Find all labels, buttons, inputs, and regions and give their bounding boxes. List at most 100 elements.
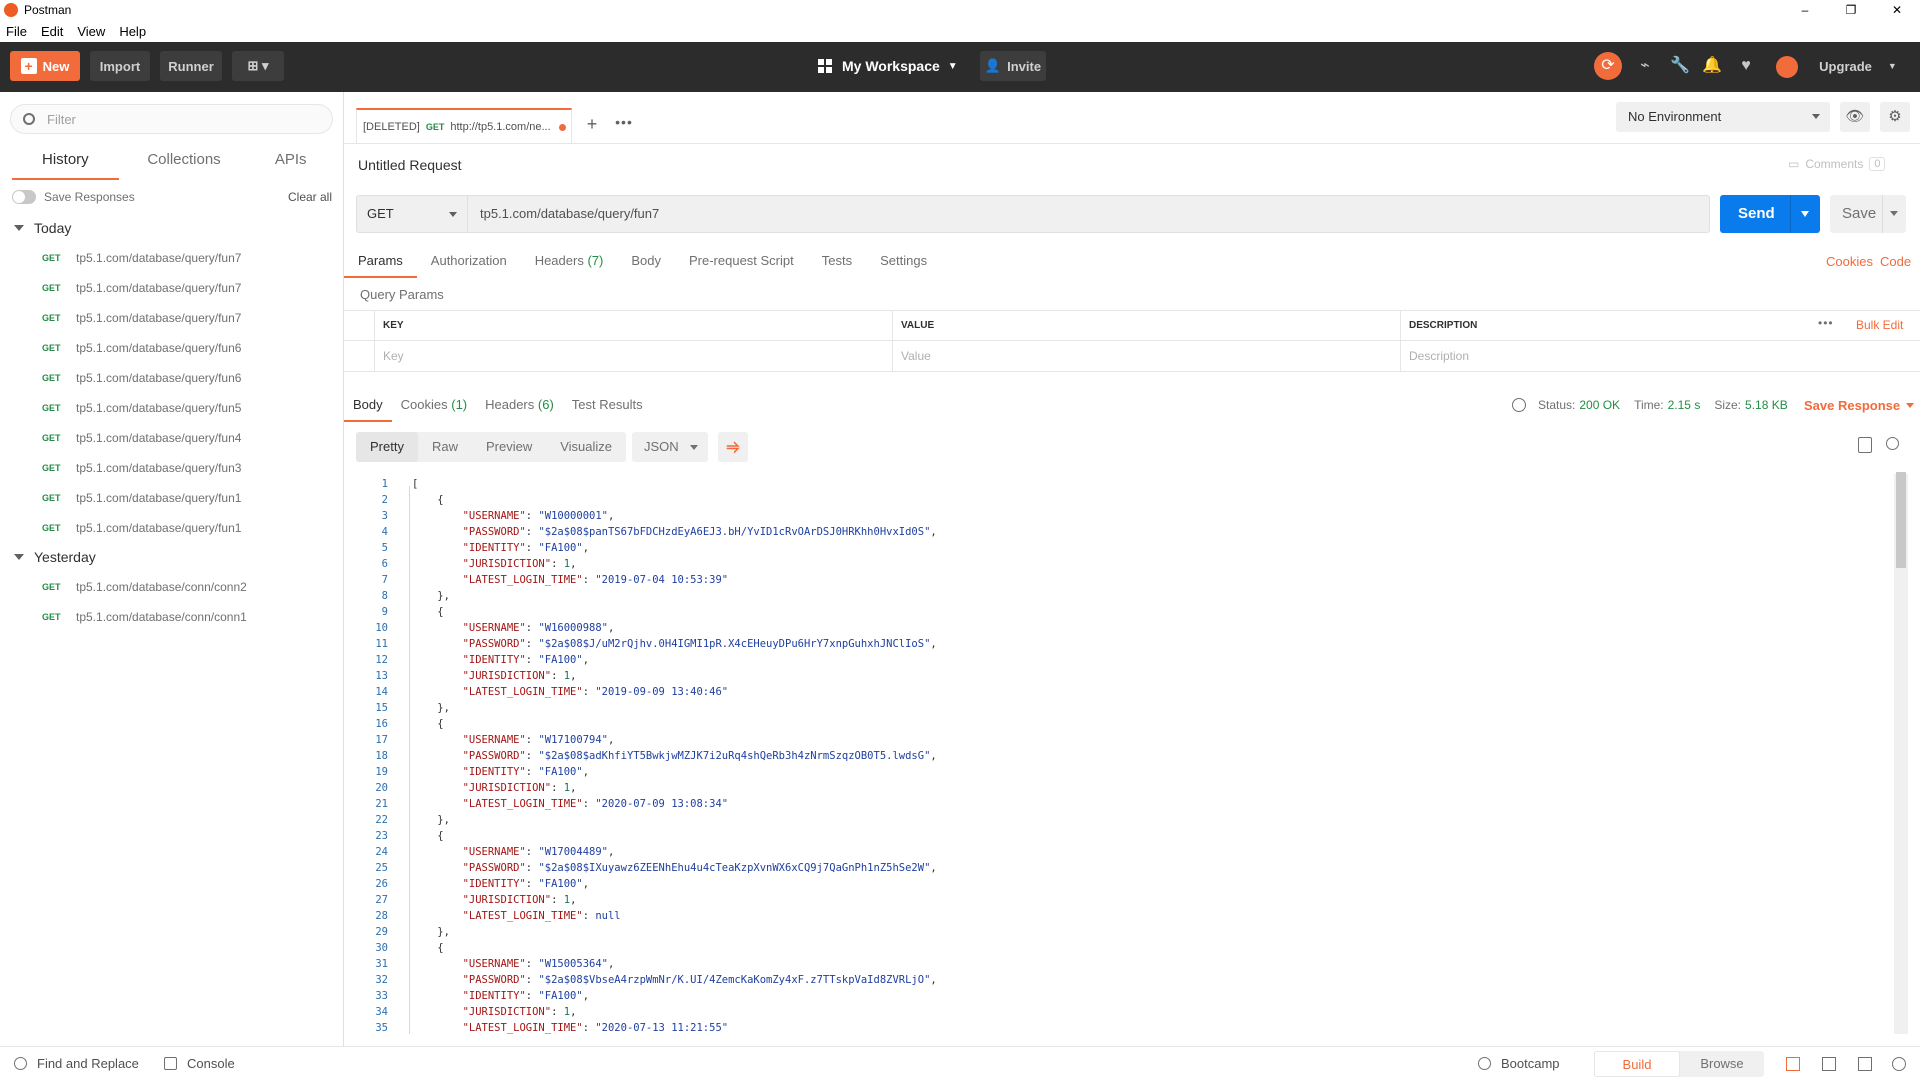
workspace-selector[interactable]: My Workspace ▼: [818, 51, 958, 81]
save-responses-toggle[interactable]: [12, 190, 36, 204]
tab-tests[interactable]: Tests: [808, 248, 866, 278]
send-button[interactable]: Send: [1720, 195, 1820, 233]
gear-icon[interactable]: ⚙: [1880, 102, 1910, 132]
tab-pre-request-script[interactable]: Pre-request Script: [675, 248, 808, 278]
more-options-icon[interactable]: •••: [1818, 316, 1834, 330]
comments-button[interactable]: ▭ Comments 0: [1788, 157, 1886, 171]
view-preview[interactable]: Preview: [472, 432, 546, 462]
description-input[interactable]: Description: [1400, 341, 1920, 371]
tab-history[interactable]: History: [12, 144, 119, 180]
view-visualize[interactable]: Visualize: [546, 432, 626, 462]
calendar-icon[interactable]: [1858, 1057, 1872, 1071]
tab-authorization[interactable]: Authorization: [417, 248, 521, 278]
line-number: 29: [375, 926, 388, 938]
new-tab-button[interactable]: +: [578, 114, 606, 138]
history-item[interactable]: GET tp5.1.com/database/conn/conn2: [0, 572, 343, 602]
restore-button[interactable]: ❐: [1828, 0, 1874, 20]
history-group-header[interactable]: Today: [14, 220, 71, 236]
tab-collections[interactable]: Collections: [131, 144, 238, 180]
runner-button[interactable]: Runner: [160, 51, 222, 81]
history-item[interactable]: GET tp5.1.com/database/conn/conn1: [0, 602, 343, 632]
request-title[interactable]: Untitled Request: [358, 157, 462, 173]
bootcamp-button[interactable]: Bootcamp: [1478, 1056, 1560, 1071]
wrench-icon[interactable]: 🔧: [1669, 55, 1691, 77]
tab-test-results[interactable]: Test Results: [563, 392, 652, 422]
cookies-link[interactable]: Cookies: [1826, 254, 1873, 269]
tab-body[interactable]: Body: [617, 248, 675, 278]
satellite-icon[interactable]: ⌁: [1634, 55, 1656, 77]
grid-view-icon[interactable]: [1822, 1057, 1836, 1071]
avatar[interactable]: [1776, 56, 1798, 78]
search-icon: [23, 113, 35, 125]
chevron-down-icon: [14, 554, 24, 560]
clear-all-button[interactable]: Clear all: [288, 190, 332, 204]
response-body-editor[interactable]: 1[2 {3 "USERNAME": "W10000001", 4 "PASSWO…: [344, 474, 1894, 1034]
globe-icon[interactable]: [1512, 398, 1526, 412]
history-group-header[interactable]: Yesterday: [14, 549, 96, 565]
two-pane-view-icon[interactable]: [1786, 1057, 1800, 1071]
import-button[interactable]: Import: [90, 51, 150, 81]
tab-settings[interactable]: Settings: [866, 248, 941, 278]
browse-button[interactable]: Browse: [1680, 1051, 1764, 1077]
format-select[interactable]: JSON: [632, 432, 708, 462]
more-tabs-button[interactable]: •••: [610, 114, 638, 138]
code-line: 4 "PASSWORD": "$2a$08$panTS67bFDCHzdEyA6…: [344, 524, 937, 540]
save-options-chevron-icon[interactable]: [1890, 211, 1898, 216]
send-options-chevron-icon[interactable]: [1801, 211, 1809, 217]
history-item[interactable]: GET tp5.1.com/database/query/fun7: [0, 243, 343, 273]
tab-headers[interactable]: Headers (7): [521, 248, 618, 278]
view-pretty[interactable]: Pretty: [356, 432, 418, 462]
menu-file[interactable]: File: [6, 24, 27, 39]
tab-apis[interactable]: APIs: [237, 144, 344, 180]
console-button[interactable]: Console: [164, 1056, 235, 1071]
value-input[interactable]: Value: [892, 341, 1400, 371]
url-input[interactable]: tp5.1.com/database/query/fun7: [468, 195, 1710, 233]
save-button[interactable]: Save: [1830, 195, 1906, 233]
eye-icon[interactable]: 👁: [1840, 102, 1870, 132]
tab-response-headers[interactable]: Headers (6): [476, 392, 563, 422]
menu-help[interactable]: Help: [119, 24, 146, 39]
filter-input[interactable]: Filter: [10, 104, 333, 134]
environment-select[interactable]: No Environment: [1616, 102, 1830, 132]
history-item[interactable]: GET tp5.1.com/database/query/fun6: [0, 333, 343, 363]
bell-icon[interactable]: 🔔: [1701, 55, 1723, 77]
scrollbar-thumb[interactable]: [1896, 472, 1906, 568]
build-button[interactable]: Build: [1594, 1051, 1680, 1077]
search-icon[interactable]: [1886, 437, 1899, 450]
close-button[interactable]: ✕: [1874, 0, 1920, 20]
history-item[interactable]: GET tp5.1.com/database/query/fun5: [0, 393, 343, 423]
tab-params[interactable]: Params: [344, 248, 417, 278]
history-item[interactable]: GET tp5.1.com/database/query/fun4: [0, 423, 343, 453]
bulk-edit-link[interactable]: Bulk Edit: [1856, 318, 1903, 332]
size-value[interactable]: 5.18 KB: [1745, 398, 1788, 412]
tab-response-body[interactable]: Body: [344, 392, 392, 422]
heart-icon[interactable]: ♥: [1735, 55, 1757, 77]
history-item[interactable]: GET tp5.1.com/database/query/fun6: [0, 363, 343, 393]
status-value[interactable]: 200 OK: [1579, 398, 1620, 412]
tab-response-cookies[interactable]: Cookies (1): [392, 392, 476, 422]
history-item[interactable]: GET tp5.1.com/database/query/fun1: [0, 483, 343, 513]
find-replace-button[interactable]: Find and Replace: [14, 1056, 139, 1071]
history-item[interactable]: GET tp5.1.com/database/query/fun1: [0, 513, 343, 543]
menu-edit[interactable]: Edit: [41, 24, 63, 39]
sync-icon[interactable]: ⟳: [1594, 52, 1622, 80]
method-select[interactable]: GET: [356, 195, 468, 233]
help-icon[interactable]: [1892, 1057, 1906, 1071]
view-raw[interactable]: Raw: [418, 432, 472, 462]
new-button[interactable]: + New: [10, 51, 80, 81]
wrap-lines-icon[interactable]: ⥤: [718, 432, 748, 462]
minimize-button[interactable]: –: [1782, 0, 1828, 20]
history-item[interactable]: GET tp5.1.com/database/query/fun3: [0, 453, 343, 483]
save-response-button[interactable]: Save Response: [1804, 398, 1915, 413]
history-item[interactable]: GET tp5.1.com/database/query/fun7: [0, 303, 343, 333]
new-window-dropdown-button[interactable]: ⊞ ▾: [232, 51, 284, 81]
history-item[interactable]: GET tp5.1.com/database/query/fun7: [0, 273, 343, 303]
menu-view[interactable]: View: [77, 24, 105, 39]
upgrade-button[interactable]: Upgrade ▼: [1810, 51, 1906, 81]
copy-icon[interactable]: [1858, 437, 1872, 453]
invite-button[interactable]: 👤 Invite: [980, 51, 1046, 81]
time-value[interactable]: 2.15 s: [1668, 398, 1701, 412]
request-tab[interactable]: [DELETED] GET http://tp5.1.com/ne...: [356, 108, 572, 144]
key-input[interactable]: Key: [374, 341, 892, 371]
code-link[interactable]: Code: [1880, 254, 1911, 269]
